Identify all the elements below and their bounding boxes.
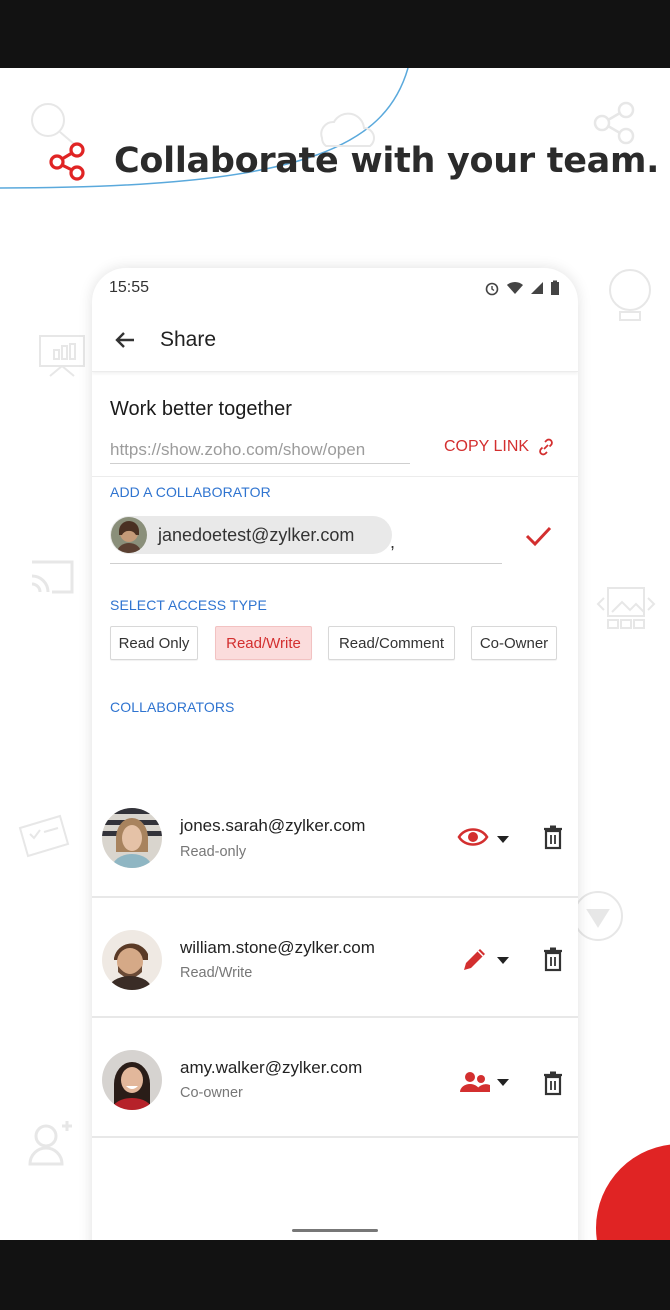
delete-icon[interactable] [542, 824, 564, 850]
share-icon [49, 142, 85, 181]
collaborator-role: Co-owner [180, 1085, 243, 1101]
access-read-comment-button[interactable]: Read/Comment [328, 626, 455, 660]
access-read-write-button[interactable]: Read/Write [215, 626, 312, 660]
chip-email: janedoetest@zylker.com [158, 524, 355, 545]
wifi-icon [507, 281, 523, 294]
collaborator-email: amy.walker@zylker.com [180, 1058, 363, 1077]
app-bar: Share [92, 308, 578, 372]
avatar [102, 1050, 162, 1110]
play-deco-icon [573, 891, 623, 941]
headline: Collaborate with your team. [48, 136, 659, 186]
cast-deco-icon [31, 560, 74, 594]
red-corner-circle [596, 1144, 670, 1240]
collaborator-chip[interactable]: janedoetest@zylker.com [110, 516, 392, 554]
collaborator-email: william.stone@zylker.com [180, 938, 375, 957]
collaborator-input[interactable]: janedoetest@zylker.com , [110, 516, 502, 564]
alarm-icon [485, 282, 499, 296]
image-gallery-deco-icon [596, 587, 656, 629]
copy-link-label: COPY LINK [444, 438, 530, 455]
access-option-label: Read/Comment [338, 634, 445, 652]
checklist-deco-icon [18, 814, 70, 858]
check-icon [525, 526, 552, 547]
letterbox-bottom [0, 1240, 670, 1310]
collaborator-role: Read/Write [180, 965, 253, 981]
status-icons [484, 280, 560, 296]
share-link-field[interactable]: https://show.zoho.com/show/open [110, 436, 410, 464]
signal-icon [531, 282, 543, 294]
letterbox-top [0, 0, 670, 68]
collaborator-role: Read-only [180, 844, 247, 860]
chevron-down-icon[interactable] [495, 954, 511, 966]
pencil-icon[interactable] [458, 944, 492, 974]
share-link-value: https://show.zoho.com/show/open [110, 439, 366, 459]
divider [92, 476, 578, 477]
collaborators-label: COLLABORATORS [110, 699, 235, 715]
access-option-label: Read Only [118, 634, 190, 652]
access-read-only-button[interactable]: Read Only [110, 626, 198, 660]
headline-text: Collaborate with your team. [114, 141, 660, 181]
delete-icon[interactable] [542, 946, 564, 972]
chevron-down-icon[interactable] [495, 833, 511, 845]
avatar [111, 517, 147, 553]
co-owner-icon[interactable] [458, 1068, 492, 1098]
promo-canvas: Collaborate with your team. 15:55 Share … [0, 68, 670, 1240]
link-icon [539, 438, 553, 456]
back-button[interactable] [112, 327, 138, 353]
bulb-deco-icon [609, 269, 651, 321]
access-option-label: Co-Owner [479, 634, 549, 652]
chevron-down-icon[interactable] [495, 1076, 511, 1088]
status-bar: 15:55 [92, 268, 578, 308]
access-co-owner-button[interactable]: Co-Owner [471, 626, 557, 660]
copy-link-button[interactable]: COPY LINK [444, 438, 555, 456]
collaborator-row: jones.sarah@zylker.com Read-only [92, 778, 578, 898]
collaborator-row: amy.walker@zylker.com Co-owner [92, 1018, 578, 1138]
access-option-label: Read/Write [226, 634, 301, 652]
eye-icon[interactable] [456, 822, 490, 852]
confirm-button[interactable] [522, 520, 554, 552]
avatar [102, 930, 162, 990]
collaborator-email: jones.sarah@zylker.com [180, 816, 366, 835]
chip-separator: , [390, 532, 396, 552]
add-user-deco-icon [28, 1121, 72, 1166]
access-type-label: SELECT ACCESS TYPE [110, 597, 267, 613]
add-collaborator-label: ADD A COLLABORATOR [110, 484, 271, 500]
phone-frame: 15:55 Share Work better together https:/… [92, 268, 578, 1240]
presentation-deco-icon [39, 335, 85, 377]
gesture-navigation-bar[interactable] [292, 1229, 378, 1232]
delete-icon[interactable] [542, 1070, 564, 1096]
collaborator-row: william.stone@zylker.com Read/Write [92, 898, 578, 1018]
status-time: 15:55 [109, 279, 150, 296]
battery-icon [551, 280, 559, 295]
avatar [102, 808, 162, 868]
page-title: Share [160, 327, 217, 351]
section-title: Work better together [110, 398, 292, 420]
arrow-back-icon [115, 331, 134, 348]
